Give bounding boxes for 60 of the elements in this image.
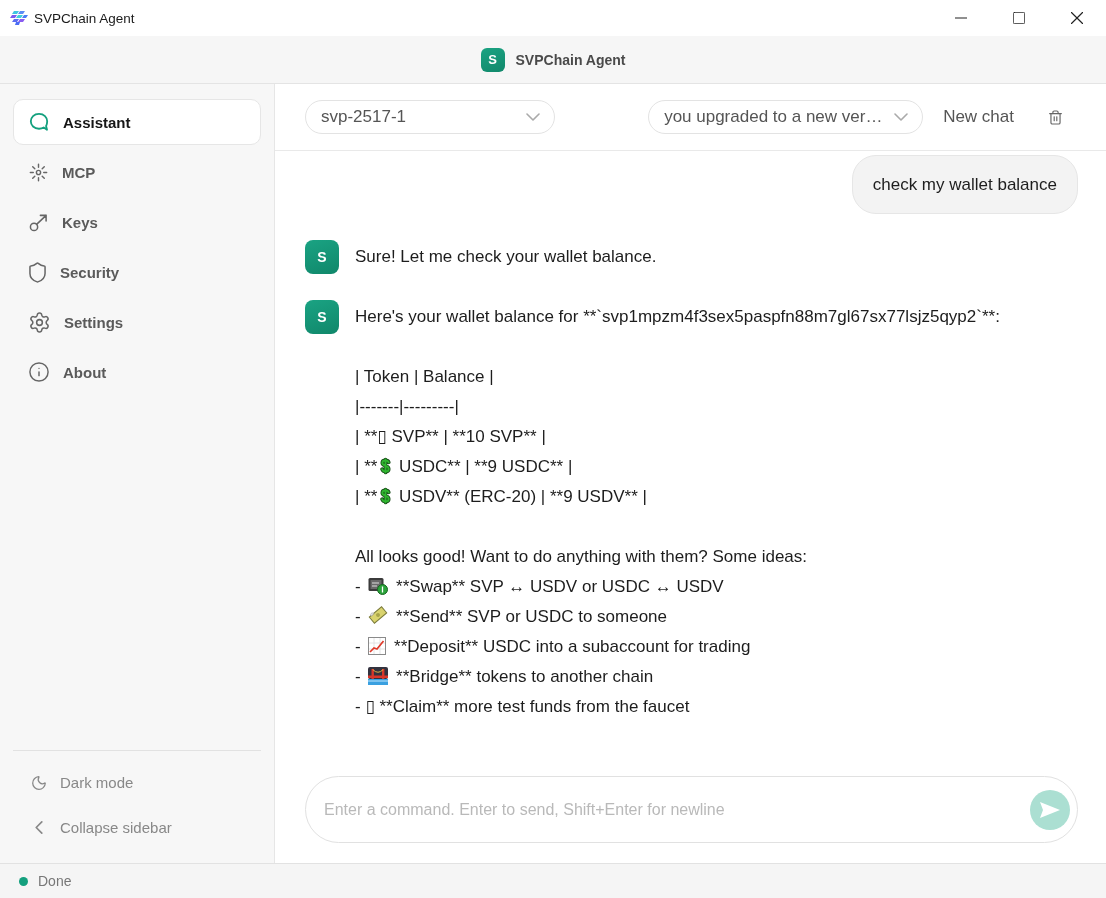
command-input[interactable]: Enter a command. Enter to send, Shift+Enter for newline (324, 789, 1022, 830)
message-text: | **▯ SVP** | **10 SVP** | (355, 427, 546, 446)
sparkle-icon (29, 162, 48, 182)
send-icon (1040, 801, 1060, 818)
sidebar-item[interactable]: Settings (13, 299, 261, 345)
speech-bubble-icon (29, 112, 49, 132)
chevron-down-icon (894, 113, 909, 121)
dark-mode-toggle[interactable]: Dark mode (13, 760, 261, 805)
trash-icon (1049, 109, 1062, 125)
message-text: - (355, 637, 362, 656)
message-text: | ** (355, 457, 378, 476)
app-logo-icon (10, 11, 28, 25)
app-title: SVPChain Agent (515, 51, 626, 68)
message-text: USDC** | **9 USDC** | (398, 457, 573, 476)
message-text: - (355, 607, 362, 626)
chevron-down-icon (526, 113, 540, 121)
maximize-icon (1013, 12, 1025, 24)
status-text: Done (38, 873, 72, 889)
settings-icon (29, 311, 50, 333)
moon-icon (32, 775, 46, 790)
message-text: Here's your wallet balance for **`svp1mpzm4f3sex5paspfn88m7gl67sx77lsjz5qyp2`**: (355, 307, 1000, 326)
message-text: All looks good! Want to do anything with them? Some ideas: (355, 547, 807, 566)
message-text: - (355, 577, 362, 596)
sidebar-item[interactable]: Keys (13, 199, 261, 245)
bridge-icon (368, 667, 389, 685)
sidebar-item[interactable]: About (13, 349, 261, 395)
message-text: | Token | Balance | (355, 367, 494, 386)
message-text: - ▯ **Claim** more test funds from the faucet (355, 697, 690, 716)
assistant-avatar: S (305, 240, 339, 274)
model-select[interactable]: svp-2517-1 (305, 100, 555, 134)
dollar-sign-icon (380, 457, 392, 475)
sidebar-item[interactable]: Security (13, 249, 261, 295)
message-text: **Swap** SVP ↔ USDV or USDC ↔ USDV (395, 577, 724, 596)
message-text: USDV** (ERC-20) | **9 USDV** | (398, 487, 647, 506)
message-text: **Bridge** tokens to another chain (395, 667, 654, 686)
message-text: Sure! Let me check your wallet balance. (355, 247, 657, 266)
currency-exchange-icon (368, 577, 389, 595)
message-text: | ** (355, 487, 378, 506)
app-logo: S (480, 47, 505, 72)
rising-chart-icon (368, 637, 387, 655)
minimize-icon (955, 17, 967, 19)
circle-arrow-icon (29, 212, 48, 232)
message-text: - (355, 667, 362, 686)
collapse-sidebar-button[interactable]: Collapse sidebar (13, 805, 261, 850)
info-icon (29, 362, 49, 382)
sidebar-item[interactable]: Assistant (13, 99, 261, 145)
message-text: |-------|---------| (355, 397, 459, 416)
message-text: **Send** SVP or USDC to someone (395, 607, 667, 626)
message-text: **Deposit** USDC into a subaccount for trading (393, 637, 751, 656)
status-dot-icon (19, 876, 28, 886)
close-icon (1071, 12, 1083, 24)
user-message: check my wallet balance (851, 155, 1078, 214)
sidebar-item[interactable]: MCP (13, 149, 261, 195)
dollar-sign-icon (380, 487, 392, 505)
chat-select[interactable]: you upgraded to a new ver… (648, 100, 924, 134)
assistant-avatar: S (305, 300, 339, 334)
shield-icon (29, 261, 46, 283)
new-chat-button[interactable]: New chat (943, 107, 1014, 127)
window-title: SVPChain Agent (34, 10, 135, 26)
chevron-left-icon (35, 821, 43, 834)
